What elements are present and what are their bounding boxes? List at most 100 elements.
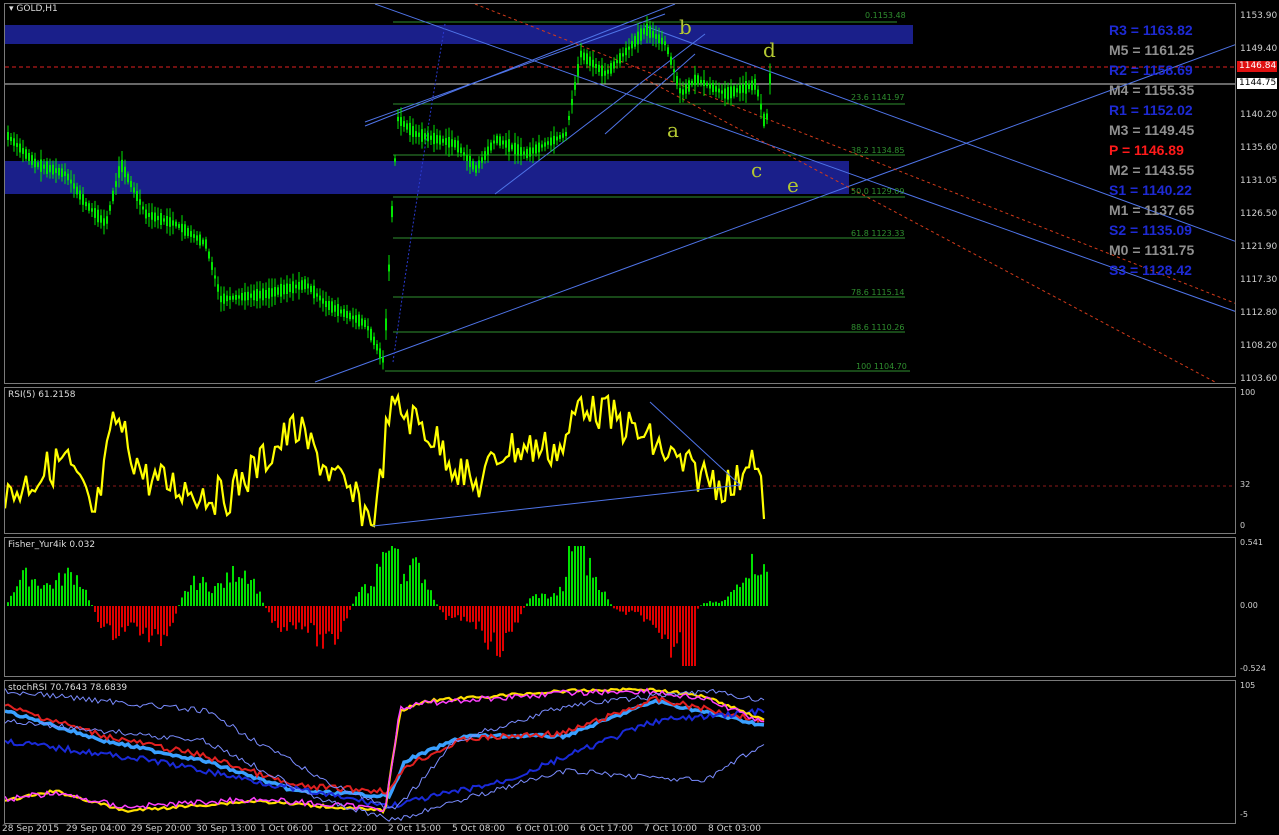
candle-body (661, 37, 663, 45)
candle-body (388, 264, 390, 272)
fisher-bar (10, 595, 12, 606)
candle-body (22, 148, 24, 154)
candle-body (100, 215, 102, 223)
fisher-bar (160, 606, 162, 647)
candle-body (694, 74, 696, 86)
fisher-bar (577, 546, 579, 606)
rsi-canvas[interactable] (5, 388, 1236, 534)
candle-body (505, 140, 507, 148)
price-axis[interactable]: 1153.90 1149.40 1140.20 1135.60 1131.05 … (1237, 0, 1279, 385)
fisher-bar (553, 593, 555, 606)
candle-body (439, 135, 441, 145)
fisher-bar (604, 591, 606, 606)
candle-body (487, 146, 489, 156)
time-tick: 6 Oct 17:00 (580, 824, 633, 834)
fisher-bar (85, 589, 87, 606)
fisher-bar (613, 606, 615, 609)
fisher-bar (310, 606, 312, 623)
candle-body (715, 86, 717, 92)
candle-body (229, 296, 231, 300)
dropdown-triangle-icon[interactable]: ▾ (9, 4, 14, 14)
candle-body (394, 158, 396, 163)
fisher-bar (715, 601, 717, 606)
candle-body (406, 123, 408, 130)
fisher-bar (223, 587, 225, 606)
symbol-title: ▾ GOLD,H1 (9, 4, 58, 14)
fisher-bar (625, 606, 627, 615)
candle-body (358, 314, 360, 327)
fisher-bar (118, 606, 120, 636)
fib-level-label: 0.1153.48 (865, 11, 906, 20)
candle-body (187, 228, 189, 236)
candle-body (313, 285, 315, 299)
candle-body (154, 212, 156, 222)
fisher-bar (64, 573, 66, 606)
fisher-bar (232, 565, 234, 606)
candle-body (538, 142, 540, 153)
support-zone (5, 161, 849, 194)
fisher-bar (478, 606, 480, 622)
candle-body (115, 181, 117, 187)
candle-body (436, 135, 438, 144)
candle-body (337, 304, 339, 316)
fisher-bar (721, 601, 723, 606)
candle-body (706, 82, 708, 87)
fisher-canvas[interactable] (5, 538, 1236, 677)
price-chart-pane[interactable]: ▾ GOLD,H1 0.1153.48 23.6 1141.97 38.2 11… (4, 3, 1236, 384)
candle-body (163, 218, 165, 222)
fib-level-label: 50.0 1129.09 (851, 187, 905, 196)
candle-body (667, 47, 669, 55)
candle-body (307, 283, 309, 289)
fisher-bar (52, 588, 54, 606)
candle-body (127, 173, 129, 183)
fisher-bar (466, 606, 468, 622)
wave-label-b: b (679, 15, 692, 39)
fisher-bar (19, 579, 21, 606)
candle-body (760, 103, 762, 110)
fib-level-label: 88.6 1110.26 (851, 323, 905, 332)
fib-level-label: 38.2 1134.85 (851, 146, 905, 155)
fisher-bar (91, 605, 93, 606)
time-tick: 7 Oct 10:00 (644, 824, 697, 834)
time-tick: 29 Sep 20:00 (131, 824, 192, 834)
fisher-bar (292, 606, 294, 626)
stochrsi-canvas[interactable] (5, 681, 1236, 824)
candle-body (592, 59, 594, 68)
candle-body (226, 295, 228, 302)
candle-body (295, 284, 297, 289)
fisher-bar (481, 606, 483, 631)
fisher-bar (418, 562, 420, 606)
stochrsi-pane[interactable]: stochRSI 70.7643 78.6839 (4, 680, 1236, 824)
price-chart-canvas[interactable] (5, 4, 1236, 384)
fisher-bar (673, 606, 675, 647)
rsi-title: RSI(5) 61.2158 (8, 390, 76, 400)
fisher-bar (349, 606, 351, 610)
candle-body (244, 292, 246, 301)
fisher-bar (163, 606, 165, 635)
price-tick: 1153.90 (1240, 11, 1278, 21)
fisher-bar (697, 606, 699, 609)
wave-label-a: a (667, 118, 679, 142)
candle-body (721, 90, 723, 94)
candle-body (733, 86, 735, 97)
candle-body (604, 70, 606, 76)
fisher-bar (691, 606, 693, 666)
candle-body (730, 86, 732, 99)
fisher-bar (226, 572, 228, 606)
pivot-m3: M3 = 1149.45 (1109, 122, 1195, 138)
fisher-level: 0.541 (1240, 538, 1263, 547)
candle-body (148, 213, 150, 217)
fisher-bar (640, 606, 642, 616)
candle-body (673, 69, 675, 73)
rsi-pane[interactable]: RSI(5) 61.2158 (4, 387, 1236, 534)
candle-body (283, 284, 285, 295)
candle-body (58, 167, 60, 176)
fisher-bar (199, 583, 201, 606)
fisher-pane[interactable]: Fisher_Yur4ik 0.032 (4, 537, 1236, 677)
fisher-bar (406, 581, 408, 606)
fisher-bar (427, 589, 429, 606)
candle-body (76, 186, 78, 195)
candle-body (532, 147, 534, 154)
candle-body (643, 28, 645, 35)
rsi-level: 0 (1240, 521, 1246, 530)
